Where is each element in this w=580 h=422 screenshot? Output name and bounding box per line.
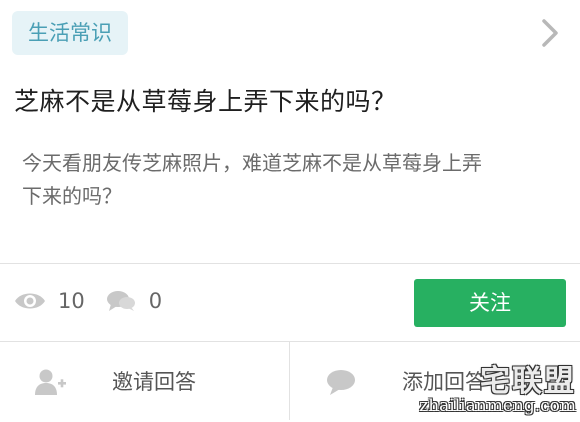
invite-answer-label: 邀请回答	[112, 370, 196, 394]
question-title: 芝麻不是从草莓身上弄下来的吗？	[14, 87, 397, 116]
bottom-divider	[289, 342, 290, 420]
site-watermark: 宅联盟 zhailianmeng.com	[419, 356, 576, 416]
question-card: 生活常识 芝麻不是从草莓身上弄下来的吗？ 今天看朋友传芝麻照片，难道芝麻不是从草…	[0, 0, 580, 422]
stats-row: 10 0	[14, 284, 182, 318]
view-count: 10	[58, 289, 85, 313]
category-tag[interactable]: 生活常识	[12, 11, 128, 55]
divider-top	[0, 263, 580, 264]
chat-bubbles-icon	[106, 291, 135, 311]
chevron-right-icon[interactable]	[538, 18, 562, 48]
follow-button[interactable]: 关注	[414, 279, 566, 327]
eye-icon	[15, 293, 45, 309]
add-user-icon	[35, 369, 66, 395]
watermark-url: zhailianmeng.com	[419, 396, 576, 416]
description-line-1: 今天看朋友传芝麻照片，难道芝麻不是从草莓身上弄	[22, 151, 482, 175]
description-line-2: 下来的吗？	[22, 184, 122, 208]
watermark-logo-text: 宅联盟	[480, 364, 576, 399]
comment-count: 0	[148, 289, 163, 313]
comment-icon	[327, 370, 355, 395]
question-description: 今天看朋友传芝麻照片，难道芝麻不是从草莓身上弄 下来的吗？	[22, 147, 558, 213]
invite-answer-button[interactable]: 邀请回答	[0, 342, 290, 420]
